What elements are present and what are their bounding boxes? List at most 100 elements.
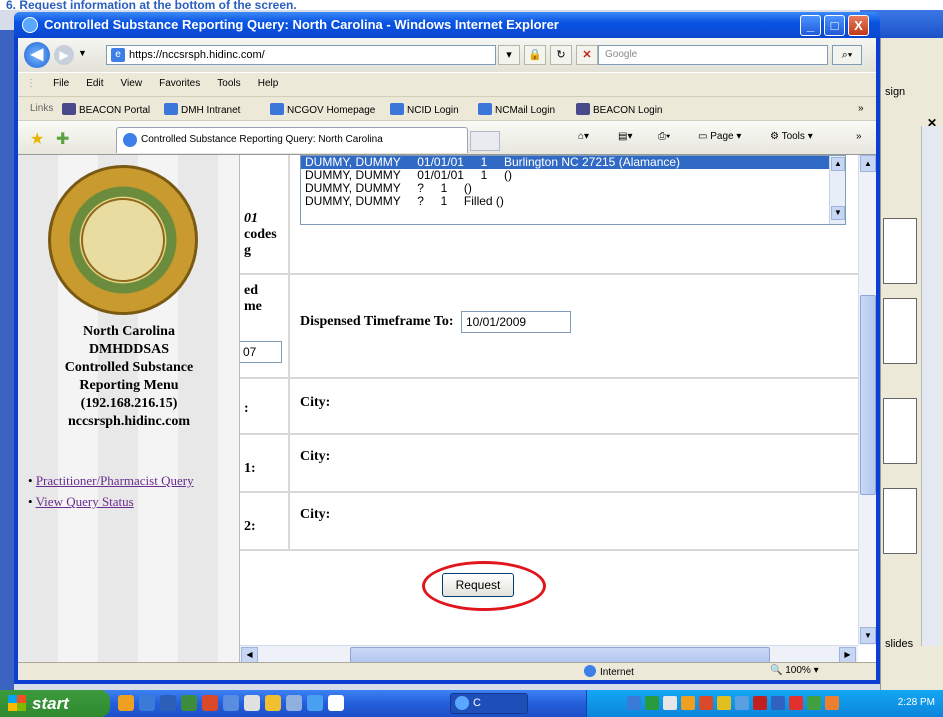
scroll-thumb[interactable] [350,647,770,662]
tray-icon[interactable] [681,696,695,710]
menu-favorites[interactable]: Favorites [159,78,200,89]
link-ncgov-homepage[interactable]: NCGOV Homepage [270,103,375,116]
quicklaunch-icon[interactable] [139,695,155,711]
url-text: https://nccsrsph.hidinc.com/ [129,49,265,61]
back-button[interactable]: ◀ [24,42,50,68]
city-label: City: [300,449,331,464]
query-form: 01 codes g DUMMY, DUMMY 01/01/01 1 Burli… [240,155,858,662]
page-horizontal-scrollbar[interactable]: ◀ ▶ [240,645,858,662]
scroll-up-icon[interactable]: ▲ [831,157,845,171]
form-value-cell: Dispensed Timeframe To: 10/01/2009 [296,275,858,377]
command-overflow-icon[interactable]: » [856,131,862,142]
dispensed-to-input[interactable]: 10/01/2009 [461,311,571,333]
quicklaunch-icon[interactable] [328,695,344,711]
link-ncid-login[interactable]: NCID Login [390,103,459,116]
form-label-cell: ed me 07 [240,275,290,377]
lock-icon[interactable]: 🔒 [524,45,546,65]
slide-thumbnail[interactable] [883,298,917,364]
close-button[interactable]: X [848,15,869,36]
security-zone[interactable]: Internet [584,665,634,678]
menu-tools[interactable]: Tools [217,78,240,89]
address-toolbar: ◀ ▶ ▼ e https://nccsrsph.hidinc.com/ ▾ 🔒… [18,38,876,72]
history-dropdown-icon[interactable]: ▼ [78,48,87,58]
link-beacon-login[interactable]: BEACON Login [576,103,662,116]
refresh-icon[interactable]: ↻ [550,45,572,65]
scroll-thumb[interactable] [860,295,876,495]
form-label-cell: 2: [240,493,290,549]
view-query-status-link[interactable]: View Query Status [36,494,134,509]
tray-icon[interactable] [717,696,731,710]
maximize-button[interactable]: □ [824,15,845,36]
quicklaunch-icon[interactable] [244,695,260,711]
taskbar-app-button[interactable]: C [450,693,528,714]
scroll-right-icon[interactable]: ▶ [839,647,856,662]
quicklaunch-icon[interactable] [307,695,323,711]
tab-bar: ★ ✚ Controlled Substance Reporting Query… [18,120,876,154]
minimize-button[interactable]: _ [800,15,821,36]
zoom-level[interactable]: 🔍 100% ▾ [770,665,819,676]
tools-menu[interactable]: ⚙ Tools ▾ [770,131,813,142]
page-icon: e [111,48,125,62]
quicklaunch-icon[interactable] [286,695,302,711]
slide-thumbnail[interactable] [883,488,917,554]
address-input[interactable]: e https://nccsrsph.hidinc.com/ [106,45,496,65]
browser-title-bar[interactable]: Controlled Substance Reporting Query: No… [14,12,880,38]
slide-thumbnail[interactable] [883,398,917,464]
link-dmh-intranet[interactable]: DMH Intranet [164,103,240,116]
practitioner-query-link[interactable]: Practitioner/Pharmacist Query [36,473,194,488]
window-title: Controlled Substance Reporting Query: No… [44,17,559,32]
link-beacon-portal[interactable]: BEACON Portal [62,103,150,116]
tray-icon[interactable] [789,696,803,710]
tray-icon[interactable] [645,696,659,710]
patient-list-option[interactable]: DUMMY, DUMMY ? 1 Filled () [301,195,845,208]
start-button[interactable]: start [0,690,110,717]
add-favorites-icon[interactable]: ✚ [56,129,69,149]
address-dropdown-icon[interactable]: ▾ [498,45,520,65]
page-vertical-scrollbar[interactable]: ▲ ▼ [858,155,876,645]
home-icon[interactable]: ⌂▾ [578,131,589,142]
scroll-down-icon[interactable]: ▼ [831,206,845,220]
favorites-star-icon[interactable]: ★ [30,129,44,149]
forward-button[interactable]: ▶ [54,45,74,65]
tray-icon[interactable] [825,696,839,710]
stop-icon[interactable]: ✕ [576,45,598,65]
quicklaunch-icon[interactable] [202,695,218,711]
search-input[interactable]: Google [598,45,828,65]
quicklaunch-icon[interactable] [118,695,134,711]
feeds-icon[interactable]: ▤▾ [618,131,632,142]
background-scrollbar[interactable] [921,126,941,646]
tray-icon[interactable] [753,696,767,710]
quicklaunch-icon[interactable] [265,695,281,711]
tray-icon[interactable] [807,696,821,710]
print-icon[interactable]: ⎙▾ [658,131,670,142]
tray-icon[interactable] [735,696,749,710]
patient-list[interactable]: DUMMY, DUMMY 01/01/01 1 Burlington NC 27… [300,155,846,225]
search-icon[interactable]: ⌕▾ [832,45,862,65]
menu-edit[interactable]: Edit [86,78,103,89]
links-overflow-icon[interactable]: » [858,103,864,114]
scroll-down-icon[interactable]: ▼ [860,627,876,644]
scroll-left-icon[interactable]: ◀ [241,647,258,662]
clock[interactable]: 2:28 PM [898,697,935,708]
tray-icon[interactable] [771,696,785,710]
menu-help[interactable]: Help [258,78,279,89]
tray-icon[interactable] [663,696,677,710]
page-menu[interactable]: ▭ Page ▾ [698,131,741,142]
beacon-icon [576,103,590,115]
quicklaunch-icon[interactable] [223,695,239,711]
tray-icon[interactable] [627,696,641,710]
menu-file[interactable]: File [53,78,69,89]
new-tab-button[interactable] [470,131,500,151]
dispensed-to-label: Dispensed Timeframe To: [300,314,454,330]
dispensed-from-input[interactable]: 07 [240,341,282,363]
nav-title-line: DMHDDSAS [88,342,170,357]
tab-active[interactable]: Controlled Substance Reporting Query: No… [116,127,468,153]
quicklaunch-icon[interactable] [160,695,176,711]
quicklaunch-icon[interactable] [181,695,197,711]
link-ncmail-login[interactable]: NCMail Login [478,103,555,116]
menu-view[interactable]: View [121,78,143,89]
patient-list-scrollbar[interactable]: ▲ ▼ [829,156,845,224]
slide-thumbnail[interactable] [883,218,917,284]
tray-icon[interactable] [699,696,713,710]
scroll-up-icon[interactable]: ▲ [860,155,876,172]
